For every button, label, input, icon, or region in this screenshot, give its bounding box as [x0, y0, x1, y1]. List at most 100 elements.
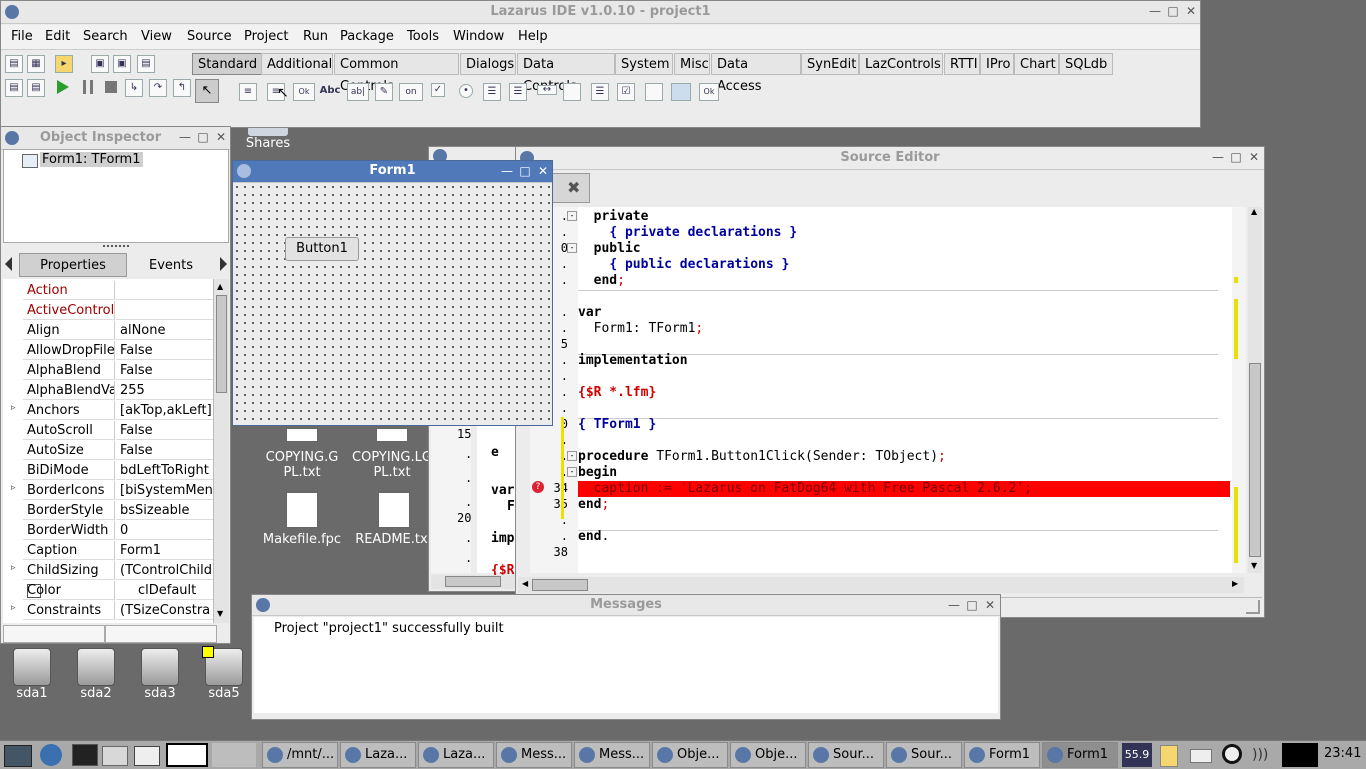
menu-run[interactable]: Run: [303, 29, 328, 44]
property-row[interactable]: AlphaBlend False: [23, 361, 213, 381]
property-value[interactable]: alNone: [116, 321, 213, 340]
code-line[interactable]: end;: [578, 497, 1230, 513]
network-icon[interactable]: [1222, 744, 1242, 764]
file-icon-makefile[interactable]: Makefile.fpc: [258, 492, 346, 547]
resize-grip-icon[interactable]: [1246, 600, 1260, 614]
browser-icon[interactable]: [40, 744, 62, 766]
fold-minus-icon[interactable]: -: [567, 211, 577, 221]
menu-help[interactable]: Help: [518, 29, 548, 44]
scroll-down-arrow-icon[interactable]: ▼: [1251, 561, 1257, 570]
workspace-2[interactable]: [212, 743, 256, 767]
new-form-icon[interactable]: ▦: [27, 55, 45, 73]
property-row[interactable]: Caption Form1: [23, 541, 213, 561]
close-button[interactable]: ✕: [982, 597, 998, 613]
property-row[interactable]: Color clDefault: [23, 581, 213, 601]
code-area[interactable]: private { private declarations } public …: [578, 207, 1246, 573]
palette-tab-misc[interactable]: Misc: [674, 53, 710, 75]
code-line[interactable]: { public declarations }: [578, 257, 1230, 273]
property-value[interactable]: clDefault: [116, 581, 213, 600]
volume-icon[interactable]: ))): [1252, 747, 1268, 763]
code-line[interactable]: implementation: [578, 353, 1230, 369]
property-value[interactable]: [akTop,akLeft]: [116, 401, 213, 420]
menu-edit[interactable]: Edit: [45, 29, 70, 44]
expand-arrow-icon[interactable]: ▹: [11, 603, 16, 613]
taskbar-button[interactable]: Mess...: [574, 742, 650, 768]
property-value[interactable]: False: [116, 441, 213, 460]
save-all-icon[interactable]: ▣: [113, 55, 131, 73]
button1[interactable]: Button1: [285, 237, 359, 261]
memo-component-icon[interactable]: ✎: [375, 83, 393, 101]
maximize-button[interactable]: □: [517, 163, 533, 179]
palette-tab-data-controls[interactable]: Data Controls: [517, 53, 615, 94]
notes-icon[interactable]: [1160, 745, 1178, 767]
editor-hscrollbar[interactable]: ◀ ▶: [518, 577, 1244, 593]
run-icon[interactable]: [57, 80, 69, 94]
toggle-form-unit-icon[interactable]: ▤: [5, 79, 23, 97]
file-manager-icon[interactable]: [102, 746, 128, 766]
frame-component-icon[interactable]: [671, 83, 691, 101]
property-value[interactable]: False: [116, 341, 213, 360]
open-icon[interactable]: ▸: [55, 55, 73, 73]
scroll-thumb[interactable]: [532, 579, 588, 591]
panel-component-icon[interactable]: [645, 83, 663, 101]
scroll-thumb[interactable]: [1249, 363, 1261, 557]
code-line[interactable]: [578, 545, 1230, 561]
property-row[interactable]: BorderWidth 0: [23, 521, 213, 541]
palette-tab-common-controls[interactable]: Common Controls: [334, 53, 459, 94]
code-line[interactable]: Form1: TForm1;: [578, 321, 1230, 337]
code-line[interactable]: caption := 'Lazarus on FatDog64 with Fre…: [578, 481, 1230, 497]
property-value[interactable]: [biSystemMenu: [116, 481, 213, 500]
close-button[interactable]: ✕: [1183, 3, 1199, 19]
scroll-down-arrow-icon[interactable]: ▼: [217, 609, 223, 618]
show-desktop-icon[interactable]: [4, 745, 32, 767]
minimize-button[interactable]: —: [1210, 149, 1226, 165]
drive-icon-sda1[interactable]: sda1: [2, 648, 62, 701]
property-row[interactable]: ▹ ChildSizing (TControlChild: [11, 561, 213, 581]
workspace-pager[interactable]: [166, 743, 208, 767]
palette-tab-data-access[interactable]: Data Access: [711, 53, 801, 94]
code-line[interactable]: var: [578, 305, 1230, 321]
property-row[interactable]: Align alNone: [23, 321, 213, 341]
terminal-icon[interactable]: [72, 744, 98, 766]
button-component-icon[interactable]: Ok: [293, 83, 315, 101]
taskbar-button[interactable]: Laza...: [418, 742, 494, 768]
radiobutton-component-icon[interactable]: •: [459, 84, 473, 98]
stop-icon[interactable]: [105, 81, 117, 93]
menu-tools[interactable]: Tools: [407, 29, 439, 44]
menu-project[interactable]: Project: [244, 29, 288, 44]
view-units-icon[interactable]: ▤: [27, 79, 45, 97]
palette-tab-additional[interactable]: Additional: [261, 53, 333, 75]
togglebox-component-icon[interactable]: on: [399, 83, 423, 101]
keyboard-icon[interactable]: [1190, 749, 1212, 763]
property-value[interactable]: False: [116, 421, 213, 440]
new-unit-icon[interactable]: ▤: [5, 55, 23, 73]
scroll-left-arrow-icon[interactable]: ◀: [522, 579, 528, 588]
palette-tab-ipro[interactable]: IPro: [980, 53, 1014, 75]
pointer-tool-icon[interactable]: ↖: [195, 79, 219, 103]
palette-tab-chart[interactable]: Chart: [1014, 53, 1059, 75]
taskbar-button[interactable]: Laza...: [340, 742, 416, 768]
code-line[interactable]: [578, 289, 1230, 305]
tab-properties[interactable]: Properties: [19, 253, 127, 277]
scroll-thumb[interactable]: [216, 295, 227, 393]
property-value[interactable]: [116, 281, 213, 300]
tabs-left-arrow-icon[interactable]: [5, 257, 12, 271]
palette-tab-rtti[interactable]: RTTI: [944, 53, 980, 75]
file-icon-readme[interactable]: README.txt: [350, 492, 438, 547]
drive-icon-sda2[interactable]: sda2: [66, 648, 126, 701]
code-line[interactable]: end;: [578, 273, 1230, 289]
close-button[interactable]: ✕: [535, 163, 551, 179]
palette-tab-system[interactable]: System: [615, 53, 673, 75]
file-icon-copying-gpl[interactable]: COPYING.GPL.txt: [258, 428, 346, 480]
property-value[interactable]: bsSizeable: [116, 501, 213, 520]
property-value[interactable]: (TControlChild: [116, 561, 213, 580]
scroll-up-arrow-icon[interactable]: ▲: [217, 282, 223, 291]
property-row[interactable]: BiDiMode bdLeftToRight: [23, 461, 213, 481]
tabs-right-arrow-icon[interactable]: [220, 257, 227, 271]
taskbar-button[interactable]: Sour...: [886, 742, 962, 768]
maximize-button[interactable]: □: [964, 597, 980, 613]
close-button[interactable]: ✕: [1246, 149, 1262, 165]
property-value[interactable]: (TSizeConstra: [116, 601, 213, 620]
property-row[interactable]: ▹ BorderIcons [biSystemMenu: [11, 481, 213, 501]
code-line[interactable]: [578, 369, 1230, 385]
